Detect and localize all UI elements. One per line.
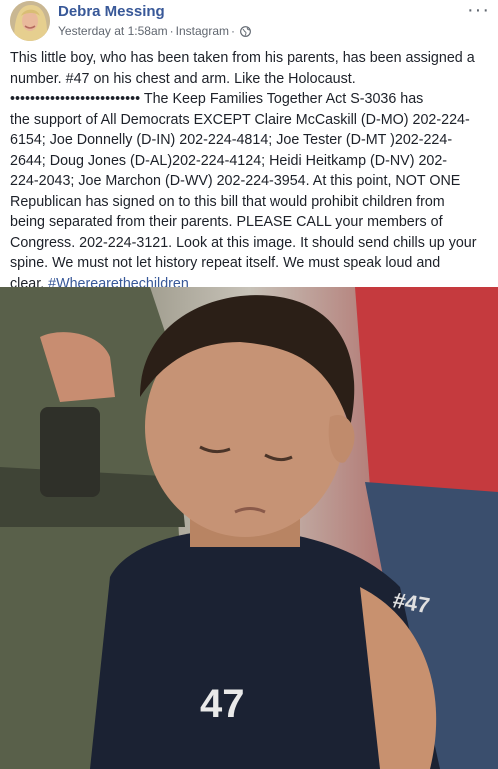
more-options-button[interactable]: ··· (467, 0, 490, 20)
post-text-line: 6154; Joe Donnelly (D-IN) 202-224-4814; … (10, 132, 453, 148)
post-text-line: This little boy, who has been taken from… (10, 50, 475, 66)
author-avatar[interactable] (10, 1, 50, 41)
post-text: This little boy, who has been taken from… (10, 48, 492, 294)
post-text-line: Congress. 202-224-3121. Look at this ima… (10, 234, 477, 251)
shirt-number: 47 (200, 682, 245, 726)
post-text-line: 224-2043; Joe Marchon (D-WV) 202-224-395… (10, 173, 461, 189)
post-timestamp[interactable]: Yesterday at 1:58am (58, 24, 168, 38)
post-text-line: spine. We must not let history repeat it… (10, 255, 441, 271)
facebook-post: Debra Messing Yesterday at 1:58am · Inst… (0, 0, 498, 769)
post-text-line: being separated from their parents. PLEA… (10, 214, 443, 230)
author-name[interactable]: Debra Messing (58, 3, 165, 20)
meta-separator: · (169, 24, 174, 38)
photo-illustration: 47 #47 (0, 287, 498, 769)
post-source[interactable]: Instagram (176, 24, 229, 38)
post-text-line: 2644; Doug Jones (D-AL)202-224-4124; Hei… (10, 152, 448, 169)
post-text-line: the support of All Democrats EXCEPT Clai… (10, 111, 470, 128)
post-photo[interactable]: 47 #47 (0, 287, 498, 769)
globe-icon[interactable] (240, 25, 251, 37)
post-text-line: •••••••••••••••••••••••••• The Keep Fami… (10, 91, 424, 107)
post-text-line: Republican has signed on to this bill th… (10, 193, 445, 210)
post-text-line: number. #47 on his chest and arm. Like t… (10, 70, 356, 87)
post-meta: Yesterday at 1:58am · Instagram · (58, 24, 251, 38)
meta-separator-2: · (231, 24, 235, 38)
post-header: Debra Messing Yesterday at 1:58am · Inst… (0, 0, 498, 46)
